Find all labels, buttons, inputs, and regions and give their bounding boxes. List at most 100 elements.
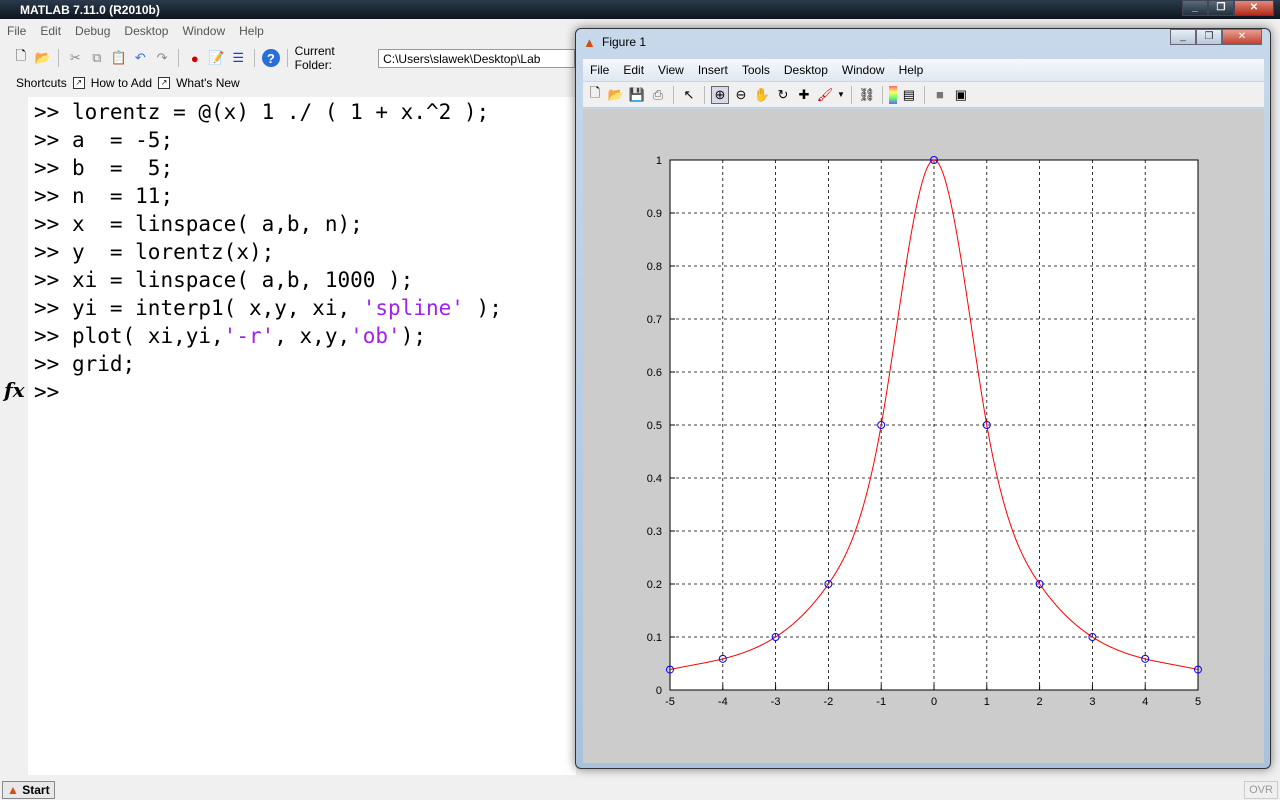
code-text: y = lorentz(x); <box>71 240 275 264</box>
guide-icon[interactable]: 📝 <box>208 49 226 67</box>
x-tick-label: 0 <box>931 696 937 708</box>
figure-menu-view[interactable]: View <box>651 59 691 81</box>
prompt: >> <box>34 156 60 180</box>
legend-icon[interactable]: ▤ <box>900 86 918 104</box>
menu-debug[interactable]: Debug <box>68 24 117 42</box>
menu-help[interactable]: Help <box>232 24 271 42</box>
figure-close-button[interactable]: ✕ <box>1222 29 1262 45</box>
current-folder-label: Current Folder: <box>294 44 335 72</box>
status-bar <box>0 778 1280 800</box>
figure-menu-help[interactable]: Help <box>892 59 931 81</box>
code-text: n = 11; <box>71 184 174 208</box>
open-file-icon[interactable]: 📂 <box>607 86 625 104</box>
code-text: x = linspace( a,b, n); <box>71 212 363 236</box>
menu-window[interactable]: Window <box>175 24 232 42</box>
figure-menu-window[interactable]: Window <box>835 59 892 81</box>
prompt: >> <box>34 212 60 236</box>
command-line: >> a = -5; <box>34 126 576 154</box>
brush-dropdown-icon[interactable]: ▼ <box>837 90 845 99</box>
minimize-button[interactable]: _ <box>1182 0 1208 16</box>
prompt: >> <box>34 128 60 152</box>
close-button[interactable]: ✕ <box>1234 0 1274 16</box>
menu-edit[interactable]: Edit <box>33 24 68 42</box>
app-title: MATLAB 7.11.0 (R2010b) <box>20 3 160 17</box>
edit-plot-arrow-icon[interactable]: ↖ <box>680 86 698 104</box>
profiler-icon[interactable]: ☰ <box>229 49 247 67</box>
restore-button[interactable]: ❐ <box>1208 0 1234 16</box>
x-tick-label: -2 <box>824 696 834 708</box>
save-icon[interactable]: 💾 <box>628 86 646 104</box>
y-tick-label: 0.4 <box>647 473 662 485</box>
shortcuts-label: Shortcuts <box>16 76 67 90</box>
undo-icon[interactable]: ↶ <box>132 49 150 67</box>
rotate-3d-icon[interactable]: ↻ <box>774 86 792 104</box>
prompt: >> <box>34 380 60 404</box>
prompt: >> <box>34 352 60 376</box>
command-line: >> yi = interp1( x,y, xi, 'spline' ); <box>34 294 576 322</box>
paste-icon[interactable]: 📋 <box>110 49 128 67</box>
x-tick-label: 2 <box>1037 696 1043 708</box>
menu-desktop[interactable]: Desktop <box>117 24 175 42</box>
shortcut-how-to-add[interactable]: How to Add <box>91 76 152 90</box>
string-literal: 'ob' <box>350 324 401 348</box>
start-button[interactable]: ▲ Start <box>2 781 55 799</box>
shortcuts-bar: Shortcuts ↗ How to Add ↗ What's New <box>0 74 240 92</box>
simulink-icon[interactable]: ● <box>186 49 204 67</box>
figure-minimize-button[interactable]: _ <box>1170 29 1196 45</box>
main-menu-bar: File Edit Debug Desktop Window Help <box>0 24 271 42</box>
hide-plot-tools-icon[interactable]: ■ <box>931 86 949 104</box>
prompt: >> <box>34 100 60 124</box>
command-gutter <box>0 97 28 775</box>
link-plot-icon[interactable]: ⛓ <box>858 86 876 104</box>
figure-title: Figure 1 <box>602 35 647 49</box>
command-line: >> b = 5; <box>34 154 576 182</box>
start-label: Start <box>22 783 50 797</box>
figure-menu-file[interactable]: File <box>583 59 616 81</box>
figure-menu-tools[interactable]: Tools <box>735 59 777 81</box>
open-folder-icon[interactable]: 📂 <box>34 49 52 67</box>
y-tick-label: 1 <box>656 155 662 167</box>
figure-menu-bar: File Edit View Insert Tools Desktop Window Help <box>583 59 1264 81</box>
prompt: >> <box>34 184 60 208</box>
figure-menu-desktop[interactable]: Desktop <box>777 59 835 81</box>
pan-hand-icon[interactable]: ✋ <box>753 86 771 104</box>
function-browser-icon[interactable]: fx <box>4 378 25 402</box>
y-tick-label: 0.1 <box>647 632 662 644</box>
code-text: plot( xi,yi, <box>71 324 224 348</box>
figure-menu-insert[interactable]: Insert <box>691 59 735 81</box>
data-cursor-icon[interactable]: ✚ <box>795 86 813 104</box>
menu-file[interactable]: File <box>0 24 33 42</box>
figure-menu-edit[interactable]: Edit <box>616 59 651 81</box>
help-icon[interactable]: ? <box>261 49 280 67</box>
current-folder-input[interactable]: C:\Users\slawek\Desktop\Lab <box>378 48 575 68</box>
x-tick-label: 5 <box>1195 696 1201 708</box>
show-plot-tools-icon[interactable]: ▣ <box>952 86 970 104</box>
y-tick-label: 0.3 <box>647 526 662 538</box>
print-icon[interactable]: ⎙ <box>649 86 667 104</box>
matlab-logo-icon: ▲ <box>583 35 596 50</box>
code-text: grid; <box>71 352 136 376</box>
colorbar-icon[interactable] <box>888 85 897 104</box>
cut-icon[interactable]: ✂ <box>66 49 84 67</box>
y-tick-label: 0.2 <box>647 579 662 591</box>
zoom-out-icon[interactable]: ⊖ <box>732 86 750 104</box>
copy-icon[interactable]: ⧉ <box>88 49 106 67</box>
plot-axes[interactable]: -5 -4 -3 -2 -1 0 1 2 3 4 5 0 0.1 0.2 0.3 0.4 0.5 0.6 0.7 0.… <box>583 109 1264 763</box>
shortcut-whats-new[interactable]: What's New <box>176 76 240 90</box>
figure-restore-button[interactable]: ❐ <box>1196 29 1222 45</box>
command-window[interactable]: >> lorentz = @(x) 1 ./ ( 1 + x.^2 ); >> a… <box>28 97 576 775</box>
new-figure-icon[interactable]: 🗋 <box>586 85 604 104</box>
ovr-indicator: OVR <box>1244 781 1278 799</box>
code-text: lorentz = @(x) 1 ./ ( 1 + x.^2 ); <box>71 100 490 124</box>
figure-toolbar: 🗋 📂 💾 ⎙ ↖ ⊕ ⊖ ✋ ↻ ✚ 🖌 ▼ ⛓ ▤ ■ ▣ <box>583 82 1264 108</box>
brush-icon[interactable]: 🖌 <box>816 86 834 104</box>
string-literal: 'spline' <box>362 296 464 320</box>
y-tick-label: 0.8 <box>647 261 662 273</box>
new-file-icon[interactable]: 🗋 <box>12 48 30 67</box>
zoom-in-icon[interactable]: ⊕ <box>711 85 729 104</box>
redo-icon[interactable]: ↷ <box>153 49 171 67</box>
code-text: , x,y, <box>274 324 351 348</box>
code-text: b = 5; <box>71 156 174 180</box>
code-text: yi = interp1( x,y, xi, <box>71 296 363 320</box>
string-literal: '-r' <box>223 324 275 348</box>
